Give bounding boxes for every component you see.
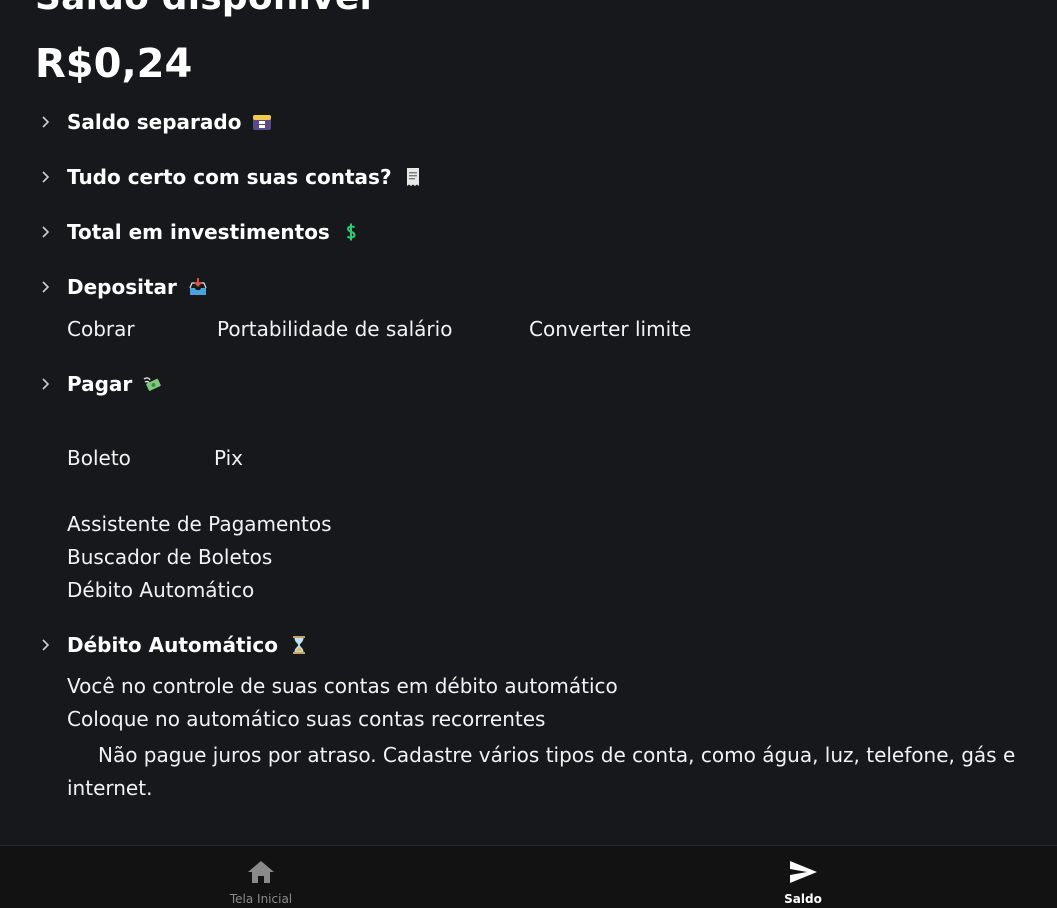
- option-cobrar[interactable]: Cobrar: [67, 316, 135, 342]
- bottom-navigation: Tela Inicial Saldo: [0, 845, 1057, 908]
- home-icon: [248, 861, 274, 883]
- section-contas[interactable]: Tudo certo com suas contas?: [38, 163, 424, 191]
- chevron-right-icon: [42, 378, 50, 390]
- section-saldo-separado[interactable]: Saldo separado: [38, 108, 273, 136]
- debito-paragraph-text: Não pague juros por atraso. Cadastre vár…: [67, 743, 1016, 800]
- chevron-right-icon: [42, 116, 50, 128]
- debito-line-1: Você no controle de suas contas em débit…: [67, 674, 618, 698]
- hourglass-icon: [292, 636, 305, 654]
- option-converter-limite[interactable]: Converter limite: [529, 316, 691, 342]
- inbox-tray-icon: [189, 278, 207, 295]
- link-assistente-pagamentos[interactable]: Assistente de Pagamentos: [67, 511, 332, 537]
- section-label: Depositar: [67, 275, 177, 299]
- nav-tela-inicial[interactable]: Tela Inicial: [191, 856, 331, 906]
- debito-line-2: Coloque no automático suas contas recorr…: [67, 707, 546, 731]
- nav-label: Tela Inicial: [229, 892, 293, 906]
- section-debito-automatico[interactable]: Débito Automático: [38, 631, 310, 659]
- send-icon: [790, 861, 817, 883]
- section-label: Total em investimentos: [67, 220, 330, 244]
- money-with-wings-icon: [143, 377, 162, 391]
- section-label: Pagar: [67, 372, 133, 396]
- section-label: Débito Automático: [67, 633, 278, 657]
- section-label: Tudo certo com suas contas?: [67, 165, 392, 189]
- section-depositar[interactable]: Depositar: [38, 273, 209, 301]
- card-index-icon: [253, 115, 272, 130]
- option-boleto[interactable]: Boleto: [67, 445, 131, 471]
- chevron-right-icon: [42, 171, 50, 183]
- section-investimentos[interactable]: Total em investimentos: [38, 218, 362, 246]
- receipt-icon: [406, 168, 419, 186]
- nav-saldo[interactable]: Saldo: [733, 856, 873, 906]
- link-buscador-boletos[interactable]: Buscador de Boletos: [67, 544, 272, 570]
- chevron-right-icon: [42, 639, 50, 651]
- dollar-sign-icon: [346, 223, 356, 241]
- chevron-right-icon: [42, 226, 50, 238]
- saldo-page: Saldo disponível R$0,24 Saldo separado T…: [0, 0, 1057, 908]
- chevron-right-icon: [42, 281, 50, 293]
- page-title: Saldo disponível: [35, 0, 372, 20]
- option-pix[interactable]: Pix: [214, 445, 243, 471]
- section-pagar[interactable]: Pagar: [38, 370, 164, 398]
- balance-value: R$0,24: [35, 41, 193, 87]
- nav-label: Saldo: [784, 892, 822, 906]
- option-portabilidade[interactable]: Portabilidade de salário: [217, 316, 452, 342]
- section-label: Saldo separado: [67, 110, 242, 134]
- debito-paragraph: Não pague juros por atraso. Cadastre vár…: [67, 739, 1017, 805]
- link-debito-automatico[interactable]: Débito Automático: [67, 577, 254, 603]
